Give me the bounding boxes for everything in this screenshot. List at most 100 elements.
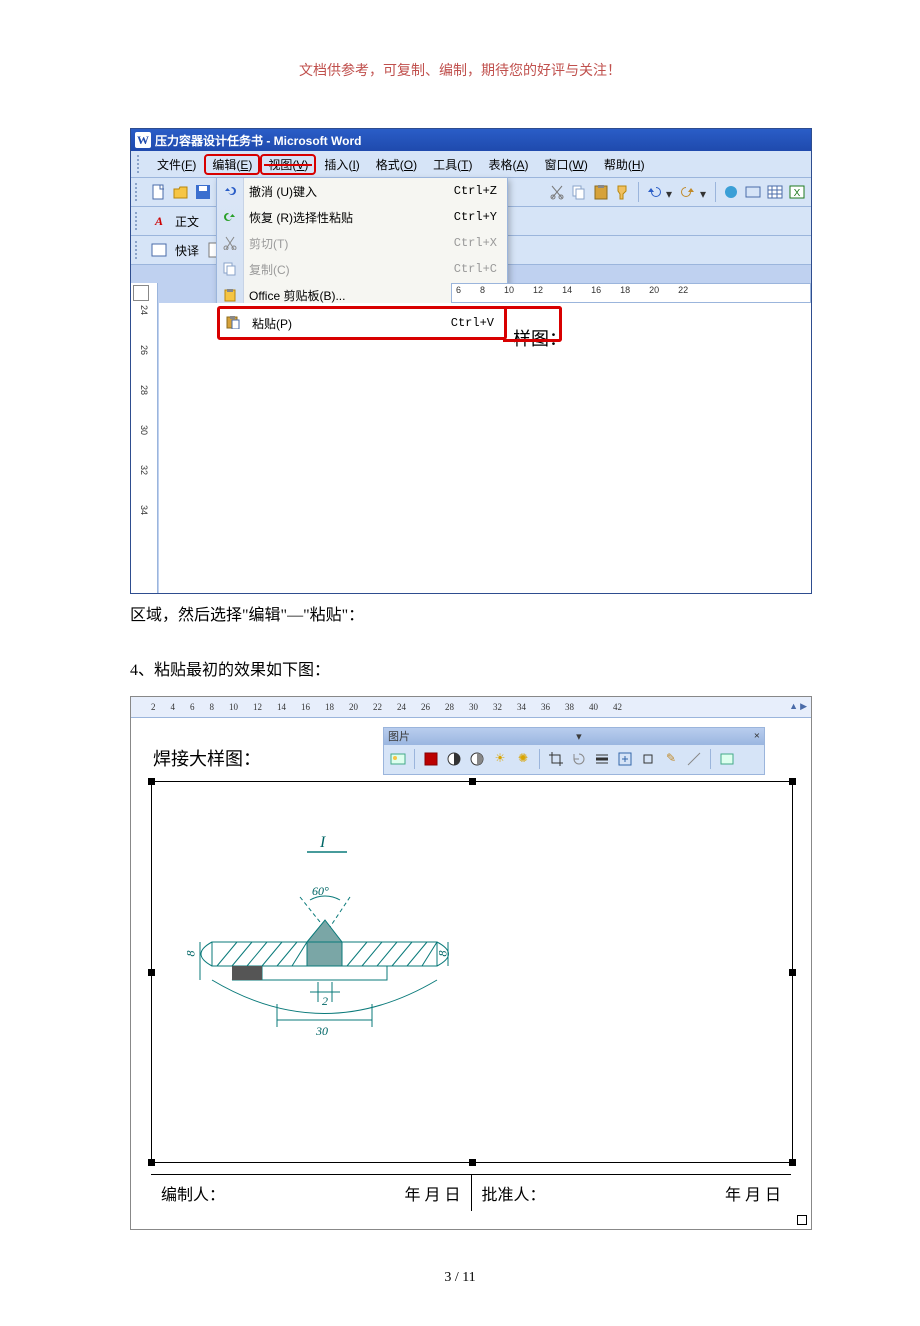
format-object-icon[interactable]: ✎: [661, 749, 681, 769]
word-app-icon: W: [135, 132, 151, 148]
undo-icon: [221, 182, 239, 200]
more-contrast-icon[interactable]: [444, 749, 464, 769]
resize-handle[interactable]: [148, 778, 155, 785]
dim-label: 2: [322, 994, 328, 1009]
resize-handle[interactable]: [469, 1159, 476, 1166]
dim-label: 8: [184, 950, 199, 956]
document-area: 样图：: [159, 303, 811, 593]
line-style-icon[interactable]: [592, 749, 612, 769]
cut-icon[interactable]: [547, 182, 567, 202]
edit-menu-item[interactable]: 撤消 (U)键入Ctrl+Z: [217, 178, 507, 204]
caption-1: 区域，然后选择"编辑"—"粘贴"：: [130, 602, 790, 631]
resize-handle[interactable]: [148, 1159, 155, 1166]
format-painter-icon[interactable]: [613, 182, 633, 202]
page-footer: 3 / 11: [130, 1270, 790, 1286]
save-icon[interactable]: [193, 182, 213, 202]
less-bright-icon[interactable]: ✺: [513, 749, 533, 769]
copy-icon: [221, 260, 239, 278]
edit-menu-item[interactable]: 恢复 (R)选择性粘贴Ctrl+Y: [217, 204, 507, 230]
crop-icon[interactable]: [546, 749, 566, 769]
window-title: 压力容器设计任务书 - Microsoft Word: [155, 132, 361, 149]
rotate-icon[interactable]: [569, 749, 589, 769]
resize-handle[interactable]: [789, 778, 796, 785]
dropdown-arrow-icon[interactable]: ▾: [700, 187, 710, 197]
approved-by-label: 批准人：: [482, 1181, 546, 1205]
dropdown-arrow-icon[interactable]: ▾: [666, 187, 676, 197]
ruler-marker-icon: ▲: [789, 701, 798, 712]
picture-toolbar: 图片 ▾ × ☀ ✺: [383, 727, 765, 775]
menu-file[interactable]: 文件(F): [149, 154, 204, 175]
header-note: 文档供参考，可复制、编制，期待您的好评与关注！: [130, 60, 790, 80]
dim-label: I: [320, 834, 325, 852]
copy-icon[interactable]: [569, 182, 589, 202]
text-wrap-icon[interactable]: [638, 749, 658, 769]
word-screenshot-paste-result: 24681012141618202224262830323436384042 ▲…: [130, 696, 812, 1230]
close-icon[interactable]: ×: [754, 730, 760, 742]
menu-help[interactable]: 帮助(H): [596, 154, 653, 175]
ruler-marker-icon: ▶: [800, 701, 807, 712]
excel-icon[interactable]: X: [787, 182, 807, 202]
dict-icon[interactable]: [149, 240, 169, 260]
gripper-icon: [135, 241, 141, 259]
style-selector[interactable]: 正文: [171, 213, 203, 230]
date-label: 年 月 日: [725, 1181, 781, 1205]
menu-insert[interactable]: 插入(I): [316, 154, 367, 175]
hyperlink-icon[interactable]: [721, 182, 741, 202]
more-bright-icon[interactable]: ☀: [490, 749, 510, 769]
toolbar-title: 图片: [388, 728, 410, 744]
menu-edit[interactable]: 编辑(E): [204, 154, 260, 175]
menu-view[interactable]: 视图(V): [260, 154, 316, 175]
redo-icon[interactable]: [678, 182, 698, 202]
transparent-icon[interactable]: [684, 749, 704, 769]
open-icon[interactable]: [171, 182, 191, 202]
cut-icon: [221, 234, 239, 252]
tables-borders-icon[interactable]: [743, 182, 763, 202]
new-doc-icon[interactable]: [149, 182, 169, 202]
edit-menu-item: 复制(C)Ctrl+C: [217, 256, 507, 282]
style-a-icon[interactable]: A: [149, 211, 169, 231]
reset-picture-icon[interactable]: [717, 749, 737, 769]
gripper-icon: [135, 212, 141, 230]
redo-icon: [221, 208, 239, 226]
svg-text:X: X: [794, 188, 801, 199]
edit-menu-item[interactable]: 粘贴(P)Ctrl+V: [217, 306, 507, 340]
less-contrast-icon[interactable]: [467, 749, 487, 769]
undo-icon[interactable]: [644, 182, 664, 202]
compress-icon[interactable]: [615, 749, 635, 769]
paste-icon[interactable]: [591, 182, 611, 202]
signature-row: 编制人： 年 月 日 批准人： 年 月 日: [151, 1174, 791, 1211]
dim-label: 8: [436, 950, 451, 956]
edit-menu-item: 剪切(T)Ctrl+X: [217, 230, 507, 256]
quick-translate-label[interactable]: 快译: [171, 242, 203, 259]
menu-window[interactable]: 窗口(W): [537, 154, 596, 175]
horizontal-ruler: 6810121416182022: [451, 283, 811, 303]
insert-picture-icon[interactable]: [388, 749, 408, 769]
insert-table-icon[interactable]: [765, 182, 785, 202]
resize-handle[interactable]: [789, 969, 796, 976]
section-heading: 焊接大样图：: [153, 745, 261, 771]
clipboard-icon: [221, 286, 239, 304]
resize-handle[interactable]: [789, 1159, 796, 1166]
date-label: 年 月 日: [404, 1181, 460, 1205]
horizontal-ruler: 24681012141618202224262830323436384042 ▲…: [131, 697, 811, 718]
paste-icon: [224, 313, 242, 331]
resize-handle[interactable]: [148, 969, 155, 976]
menu-format[interactable]: 格式(O): [368, 154, 425, 175]
dropdown-arrow-icon[interactable]: ▾: [576, 730, 582, 743]
dim-label: 60°: [312, 884, 329, 899]
vertical-ruler: 242628303234: [131, 283, 158, 593]
pasted-picture[interactable]: I 60° 2 30 8 8: [151, 781, 793, 1163]
word-screenshot-edit-menu: W 压力容器设计任务书 - Microsoft Word 文件(F) 编辑(E)…: [130, 128, 812, 594]
document-area: 焊接大样图： 图片 ▾ × ☀ ✺: [137, 721, 805, 1223]
color-icon[interactable]: [421, 749, 441, 769]
caption-2: 4、粘贴最初的效果如下图：: [130, 657, 790, 686]
dim-label: 30: [316, 1024, 328, 1039]
resize-handle[interactable]: [469, 778, 476, 785]
menu-tools[interactable]: 工具(T): [425, 154, 480, 175]
menu-table[interactable]: 表格(A): [481, 154, 537, 175]
gripper-icon: [135, 183, 141, 201]
menubar: 文件(F) 编辑(E) 视图(V) 插入(I) 格式(O) 工具(T) 表格(A…: [131, 151, 811, 178]
compiled-by-label: 编制人：: [161, 1181, 225, 1205]
weld-drawing: I 60° 2 30 8 8: [192, 842, 452, 1062]
gripper-icon: [137, 155, 143, 173]
